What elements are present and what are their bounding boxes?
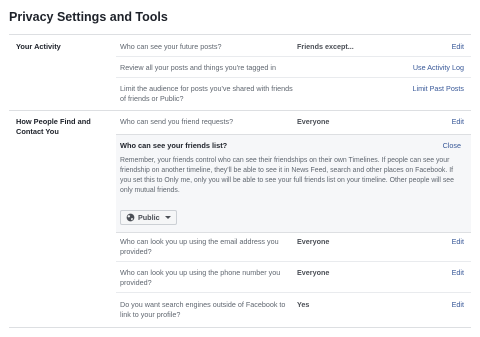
use-activity-log-link[interactable]: Use Activity Log — [413, 63, 464, 72]
friends-list-panel: Who can see your friends list? Close Rem… — [116, 134, 471, 233]
section-label-your-activity: Your Activity — [16, 42, 61, 51]
setting-question: Who can look you up using the phone numb… — [120, 268, 281, 287]
edit-link[interactable]: Edit — [452, 117, 464, 126]
panel-title: Who can see your friends list? — [120, 141, 228, 150]
audience-selector-button[interactable]: Public — [120, 210, 177, 225]
section-divider — [9, 110, 471, 111]
limit-past-posts-link[interactable]: Limit Past Posts — [412, 84, 464, 93]
setting-question: Limit the audience for posts you've shar… — [120, 84, 293, 103]
row-divider — [116, 77, 471, 78]
section-label-find-contact: How People Find and Contact You — [16, 117, 91, 136]
setting-value: Yes — [297, 300, 310, 309]
edit-link[interactable]: Edit — [452, 237, 464, 246]
setting-question: Do you want search engines outside of Fa… — [120, 300, 286, 319]
row-divider — [116, 56, 471, 57]
row-divider — [116, 261, 471, 262]
setting-question: Review all your posts and things you're … — [120, 63, 276, 72]
setting-question: Who can see your future posts? — [120, 42, 222, 51]
panel-description: Remember, your friends control who can s… — [120, 157, 454, 194]
setting-value: Everyone — [297, 268, 330, 277]
setting-value: Everyone — [297, 117, 330, 126]
chevron-down-icon — [164, 216, 171, 219]
edit-link[interactable]: Edit — [452, 300, 464, 309]
row-divider — [116, 292, 471, 293]
audience-label: Public — [138, 213, 160, 222]
divider — [9, 34, 471, 35]
page-title: Privacy Settings and Tools — [9, 10, 168, 24]
section-divider — [9, 327, 471, 328]
setting-question: Who can look you up using the email addr… — [120, 237, 279, 256]
setting-question: Who can send you friend requests? — [120, 117, 234, 126]
setting-value: Everyone — [297, 237, 330, 246]
edit-link[interactable]: Edit — [452, 42, 464, 51]
globe-icon — [126, 213, 135, 222]
edit-link[interactable]: Edit — [452, 268, 464, 277]
close-link[interactable]: Close — [443, 141, 461, 150]
setting-value: Friends except... — [297, 42, 354, 51]
